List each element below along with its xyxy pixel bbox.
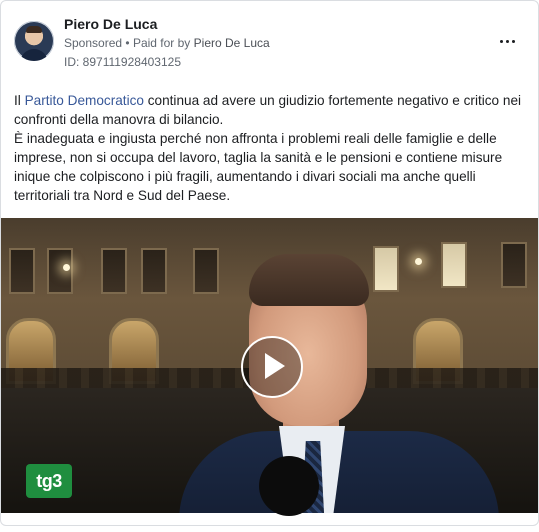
street-lamp <box>63 264 70 271</box>
window <box>501 242 527 288</box>
author-name[interactable]: Piero De Luca <box>64 16 157 32</box>
post-meta: Sponsored • Paid for by Piero De Luca <box>64 36 270 50</box>
party-link[interactable]: Partito Democratico <box>25 93 144 108</box>
microphone <box>259 456 319 516</box>
more-dot <box>511 39 515 43</box>
post-paragraph-2: È inadeguata e ingiusta perché non affro… <box>14 131 503 203</box>
more-options-button[interactable] <box>495 31 519 51</box>
window <box>9 248 35 294</box>
window <box>101 248 127 294</box>
post-header: Piero De Luca Sponsored • Paid for by Pi… <box>1 1 538 81</box>
p1-prefix: Il <box>14 93 25 108</box>
ad-id: ID: 897111928403125 <box>64 55 181 69</box>
meta-separator: • <box>125 36 130 50</box>
avatar-suit <box>20 49 48 61</box>
avatar-hair <box>26 26 42 33</box>
post-paragraph-1: Il Partito Democratico continua ad avere… <box>14 91 526 129</box>
window <box>141 248 167 294</box>
author-avatar[interactable] <box>14 21 54 61</box>
interviewee <box>179 246 499 513</box>
hair <box>249 254 369 306</box>
more-horizontal-icon <box>499 39 503 43</box>
sponsored-label: Sponsored <box>64 36 123 50</box>
play-icon <box>265 353 285 379</box>
paid-for-prefix: Paid for by <box>132 36 191 50</box>
more-dot <box>505 39 509 43</box>
paid-for-name: Piero De Luca <box>193 36 270 50</box>
play-button[interactable] <box>241 336 303 398</box>
post-text: Il Partito Democratico continua ad avere… <box>14 91 526 205</box>
ad-post-card: Piero De Luca Sponsored • Paid for by Pi… <box>0 0 539 526</box>
tg3-watermark: tg3 <box>26 464 72 498</box>
window <box>47 248 73 294</box>
